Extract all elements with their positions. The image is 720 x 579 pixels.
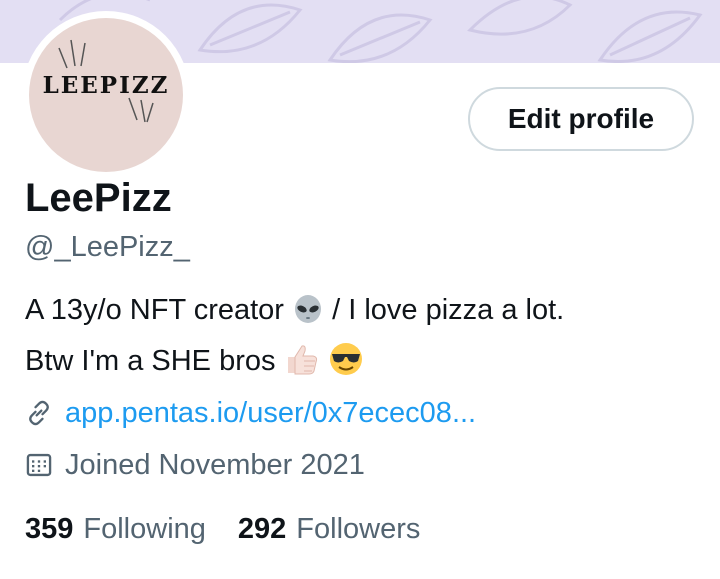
bio-text-1: A 13y/o NFT creator — [25, 294, 284, 326]
following-link[interactable]: 359 Following — [25, 509, 206, 549]
followers-link[interactable]: 292 Followers — [238, 509, 420, 549]
calendar-icon — [26, 453, 52, 477]
avatar[interactable]: LEEPIZZ — [29, 18, 183, 172]
display-name: LeePizz — [25, 176, 172, 220]
sunglasses-icon — [328, 341, 364, 390]
following-label: Following — [83, 513, 206, 545]
edit-profile-button[interactable]: Edit profile — [468, 87, 694, 151]
joined-date: Joined November 2021 — [65, 449, 365, 481]
link-icon — [29, 400, 49, 426]
bio-line-2: Btw I'm a SHE bros — [25, 339, 705, 390]
following-count: 359 — [25, 513, 74, 545]
website-row: app.pentas.io/user/0x7ecec08... — [25, 393, 476, 433]
joined-row: Joined November 2021 — [25, 445, 365, 485]
profile-bio: A 13y/o NFT creator / I love pizza a lot… — [25, 288, 705, 390]
bio-text-2: / I love pizza a lot. — [332, 294, 565, 326]
bio-text-3: Btw I'm a SHE bros — [25, 345, 276, 377]
user-handle: @_LeePizz_ — [25, 231, 190, 263]
avatar-logo-text: LEEPIZZ — [42, 72, 170, 99]
follow-stats: 359 Following 292 Followers — [25, 509, 452, 549]
website-link[interactable]: app.pentas.io/user/0x7ecec08... — [65, 393, 476, 433]
followers-count: 292 — [237, 513, 287, 545]
bio-line-1: A 13y/o NFT creator / I love pizza a lot… — [25, 288, 705, 339]
alien-icon — [292, 294, 324, 339]
followers-label: Followers — [296, 513, 421, 545]
thumbs-up-icon — [284, 343, 320, 390]
